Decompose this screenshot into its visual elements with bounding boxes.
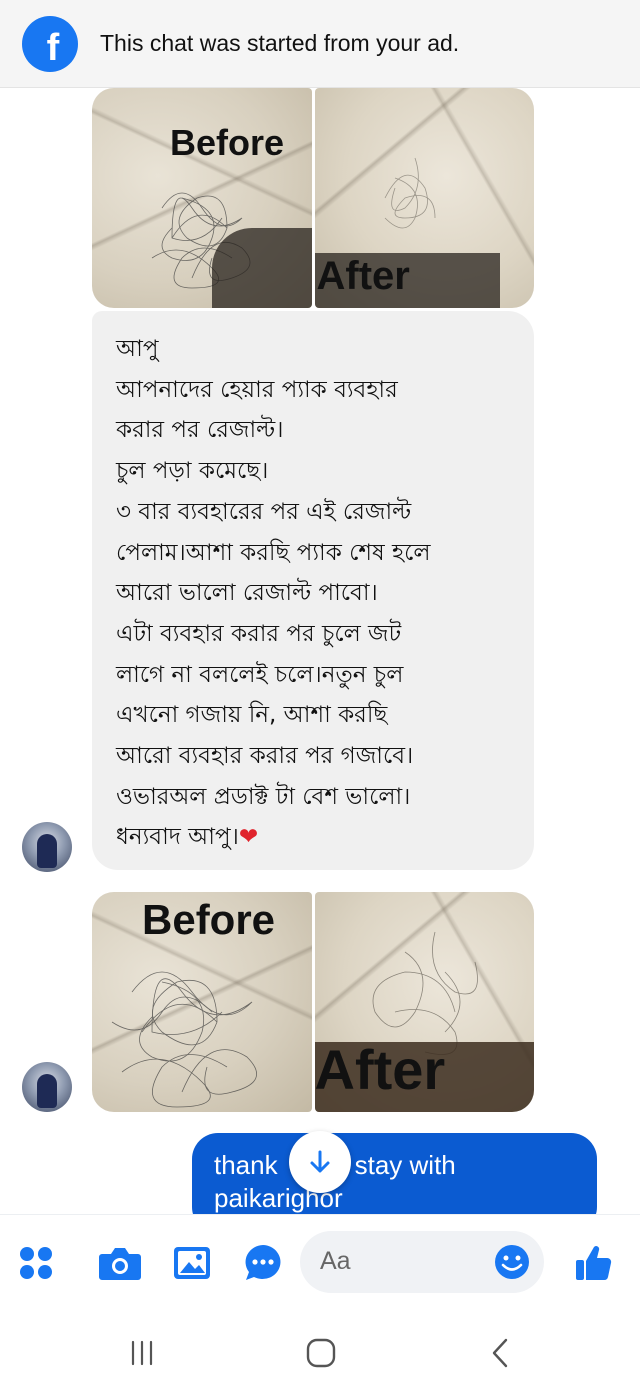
chat-screen: f This chat was started from your ad. Be… xyxy=(0,0,640,1392)
message-line: আরো ভালো রেজাল্ট পাবো। xyxy=(116,580,378,607)
incoming-message[interactable]: আপু আপনাদের হেয়ার প্যাক ব্যবহার করার পর… xyxy=(92,311,534,870)
after-photo[interactable]: After xyxy=(314,892,534,1112)
after-label: After xyxy=(314,1038,446,1101)
after-label: After xyxy=(316,254,410,298)
ad-banner-text: This chat was started from your ad. xyxy=(100,30,460,56)
heart-icon: ❤ xyxy=(238,824,259,851)
scroll-to-bottom-button[interactable] xyxy=(289,1131,351,1193)
composer-bar: Aa xyxy=(0,1214,640,1310)
before-photo[interactable]: Before xyxy=(92,88,312,308)
message-line: আরো ব্যবহার করার পর গজাবে। xyxy=(116,743,414,770)
outgoing-line-1: thank stay with xyxy=(214,1150,456,1180)
ad-banner: f This chat was started from your ad. xyxy=(0,0,640,88)
thumbs-up-icon[interactable] xyxy=(572,1241,616,1285)
system-nav-bar xyxy=(0,1310,640,1392)
home-icon[interactable] xyxy=(296,1330,346,1376)
after-photo[interactable]: After xyxy=(314,88,534,308)
emoji-icon[interactable] xyxy=(490,1240,534,1284)
sender-avatar[interactable] xyxy=(22,1062,72,1112)
message-line: আপনাদের হেয়ার প্যাক ব্যবহার xyxy=(116,376,398,403)
outgoing-line-2: paikarighor xyxy=(214,1183,343,1213)
before-label: Before xyxy=(170,122,285,163)
arrow-down-icon xyxy=(310,1150,330,1173)
camera-icon[interactable] xyxy=(98,1241,142,1285)
recent-apps-icon[interactable] xyxy=(117,1330,167,1376)
message-line: লাগে না বললেই চলে।নতুন চুল xyxy=(116,661,404,688)
gallery-icon[interactable] xyxy=(170,1241,214,1285)
message-input[interactable]: Aa xyxy=(300,1231,544,1293)
back-icon[interactable] xyxy=(476,1330,526,1376)
message-line: ওভারঅল প্রডাক্ট টা বেশ ভালো। xyxy=(116,783,411,810)
message-line: এখনো গজায় নি, আশা করছি xyxy=(116,702,388,729)
photo-message-1[interactable]: Before After xyxy=(92,88,534,308)
before-label: Before xyxy=(142,896,276,943)
before-photo[interactable]: Before xyxy=(92,892,312,1112)
message-line-last: ধন্যবাদ আপু।❤ xyxy=(116,824,259,851)
chat-bubble-icon[interactable] xyxy=(241,1241,285,1285)
message-line: ৩ বার ব্যবহারের পর এই রেজাল্ট xyxy=(116,498,412,525)
message-line: পেলাম।আশা করছি প্যাক শেষ হলে xyxy=(116,539,431,566)
message-input-placeholder: Aa xyxy=(320,1247,351,1275)
apps-icon[interactable] xyxy=(14,1241,58,1285)
message-line: করার পর রেজাল্ট। xyxy=(116,417,284,444)
message-line: আপু xyxy=(116,336,159,362)
message-line: এটা ব্যবহার করার পর চুলে জট xyxy=(116,620,402,647)
photo-message-2[interactable]: Before After xyxy=(92,892,534,1112)
facebook-icon: f xyxy=(22,15,78,72)
message-line: চুল পড়া কমেছে। xyxy=(116,458,269,485)
sender-avatar[interactable] xyxy=(22,822,72,872)
